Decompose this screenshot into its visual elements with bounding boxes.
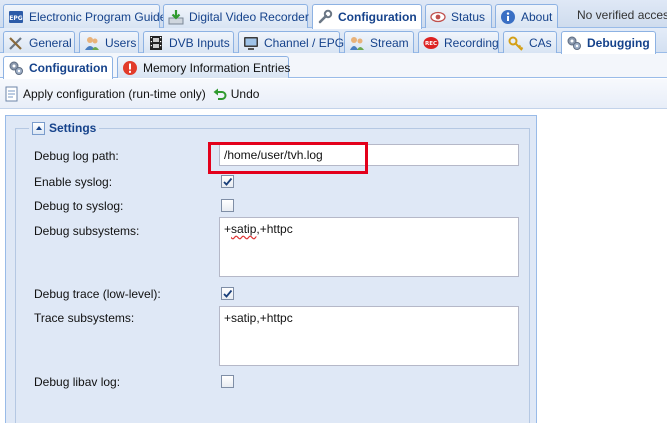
- epg-icon: EPG: [8, 9, 24, 25]
- svg-text:EPG: EPG: [9, 15, 22, 22]
- tab-label: Users: [105, 35, 137, 50]
- checkmark-icon: [223, 289, 233, 298]
- debug-tab-bar: Configuration Memory Information Entries: [0, 53, 667, 79]
- tab-label: Digital Video Recorder: [189, 9, 309, 24]
- debug-trace-label: Debug trace (low-level):: [34, 287, 161, 301]
- film-icon: [148, 35, 164, 51]
- tools-icon: [8, 35, 24, 51]
- enable-syslog-checkbox[interactable]: [221, 175, 234, 188]
- tab-label: Channel / EPG: [264, 35, 345, 50]
- settings-legend: Settings: [29, 121, 100, 135]
- tab-label: Recording: [444, 35, 499, 50]
- debug-log-path-input[interactable]: [219, 144, 519, 166]
- download-icon: [168, 9, 184, 25]
- spellcheck-word: satip: [231, 222, 257, 236]
- tab-label: Electronic Program Guide: [29, 9, 167, 24]
- tab-dvb-inputs[interactable]: DVB Inputs: [143, 31, 234, 53]
- access-status-text: No verified access: [577, 8, 667, 22]
- debug-subsystems-rest: ,+httpc: [256, 222, 293, 236]
- tab-electronic-program-guide[interactable]: EPG Electronic Program Guide: [3, 4, 166, 28]
- tab-label: Configuration: [29, 61, 108, 75]
- tab-debugging[interactable]: Debugging: [561, 31, 656, 54]
- warning-icon: [122, 60, 138, 76]
- wrench-icon: [317, 9, 333, 25]
- tab-label: Memory Information Entries: [143, 60, 291, 75]
- svg-text:REC: REC: [425, 41, 437, 47]
- tab-users[interactable]: Users: [79, 31, 139, 53]
- users-icon: [84, 35, 100, 51]
- checkmark-icon: [223, 177, 233, 186]
- tab-status[interactable]: Status: [425, 4, 492, 28]
- tab-general[interactable]: General: [3, 31, 75, 53]
- tab-cas[interactable]: CAs: [503, 31, 557, 53]
- toolbar: Apply configuration (run-time only) Undo: [0, 79, 667, 109]
- debug-libav-log-label: Debug libav log:: [34, 375, 121, 389]
- undo-button[interactable]: Undo: [212, 86, 260, 102]
- tab-label: General: [29, 35, 72, 50]
- gears-icon: [566, 35, 582, 51]
- tab-label: About: [521, 9, 553, 24]
- tab-label: DVB Inputs: [169, 35, 230, 50]
- tab-label: CAs: [529, 35, 552, 50]
- debug-subsystems-prefix: +: [224, 222, 232, 236]
- tab-stream[interactable]: Stream: [344, 31, 414, 53]
- settings-legend-label: Settings: [49, 121, 97, 135]
- content-area: Settings Debug log path: Enable syslog: …: [0, 110, 667, 423]
- tab-recording[interactable]: REC Recording: [418, 31, 499, 53]
- tab-label: Status: [451, 9, 486, 24]
- debug-to-syslog-checkbox[interactable]: [221, 199, 234, 212]
- tab-configuration[interactable]: Configuration: [312, 4, 422, 29]
- info-icon: [500, 9, 516, 25]
- eye-icon: [430, 9, 446, 25]
- tab-label: Configuration: [338, 10, 417, 24]
- trace-subsystems-label: Trace subsystems:: [34, 311, 135, 325]
- tab-digital-video-recorder[interactable]: Digital Video Recorder: [163, 4, 309, 28]
- tab-debug-configuration[interactable]: Configuration: [3, 56, 113, 79]
- key-icon: [508, 35, 524, 51]
- apply-configuration-button[interactable]: Apply configuration (run-time only): [4, 86, 206, 102]
- settings-panel: Settings Debug log path: Enable syslog: …: [5, 115, 537, 423]
- tab-channel-epg[interactable]: Channel / EPG: [238, 31, 344, 53]
- stream-icon: [349, 35, 365, 51]
- enable-syslog-label: Enable syslog:: [34, 175, 113, 189]
- debug-subsystems-textarea[interactable]: +satip,+httpc: [219, 217, 519, 277]
- debug-log-path-label: Debug log path:: [34, 149, 119, 163]
- tab-label: Stream: [370, 35, 409, 50]
- undo-icon: [212, 86, 228, 102]
- tv-icon: [243, 35, 259, 51]
- collapse-toggle-button[interactable]: [32, 121, 45, 135]
- debug-subsystems-label: Debug subsystems:: [34, 224, 140, 238]
- tab-about[interactable]: About: [495, 4, 558, 28]
- config-tab-bar: General Users DVB Inputs Channel / EPG S…: [0, 28, 667, 54]
- main-tab-bar: EPG Electronic Program Guide Digital Vid…: [0, 0, 667, 29]
- debug-trace-checkbox[interactable]: [221, 287, 234, 300]
- settings-fieldset: Settings Debug log path: Enable syslog: …: [15, 121, 530, 423]
- undo-label: Undo: [230, 86, 260, 101]
- tab-label: Debugging: [587, 36, 650, 50]
- trace-subsystems-textarea[interactable]: +satip,+httpc: [219, 306, 519, 366]
- tab-memory-information-entries[interactable]: Memory Information Entries: [117, 56, 291, 78]
- apply-icon: [4, 86, 20, 102]
- debug-to-syslog-label: Debug to syslog:: [34, 199, 124, 213]
- apply-configuration-label: Apply configuration (run-time only): [23, 86, 206, 101]
- gears-icon: [8, 60, 24, 76]
- rec-icon: REC: [423, 35, 439, 51]
- debug-libav-log-checkbox[interactable]: [221, 375, 234, 388]
